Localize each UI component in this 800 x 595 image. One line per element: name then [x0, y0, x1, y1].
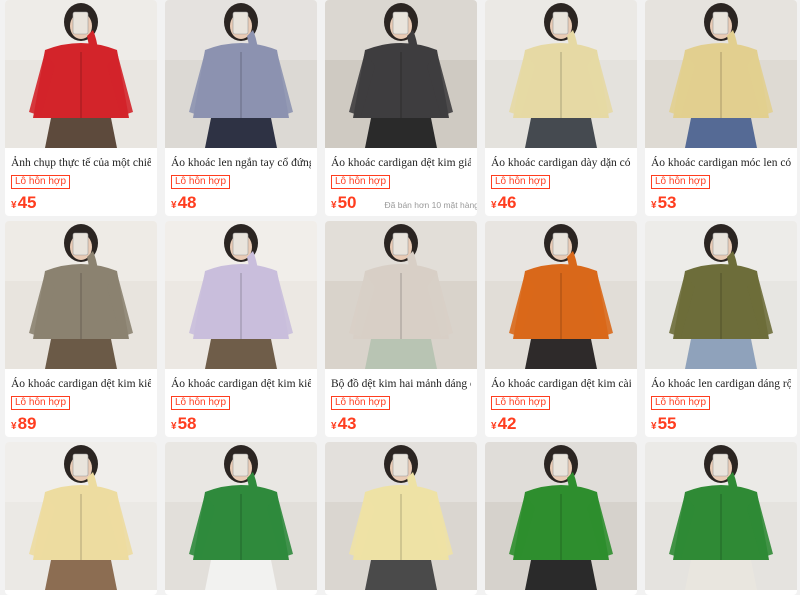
product-image[interactable] [165, 0, 317, 148]
product-image[interactable] [325, 0, 477, 148]
mixed-lot-badge: Lô hỗn hợp [651, 396, 711, 410]
price-value: 46 [497, 193, 517, 212]
product-title[interactable]: Bộ đồ dệt kim hai mảnh dáng ôm [331, 377, 471, 391]
product-card[interactable] [325, 442, 477, 595]
product-image[interactable] [645, 221, 797, 369]
product-card[interactable] [485, 442, 637, 595]
currency-symbol: ¥ [171, 421, 177, 432]
product-image[interactable] [5, 442, 157, 590]
product-card[interactable]: Ảnh chụp thực tế của một chiếc áo Lô hỗn … [5, 0, 157, 216]
price-row: ¥55 [651, 414, 797, 436]
product-card[interactable] [165, 442, 317, 595]
product-image[interactable] [325, 442, 477, 590]
product-image[interactable] [165, 442, 317, 590]
product-card[interactable]: Áo khoác len cardigan dáng rộng Lô hỗn hợ… [645, 221, 797, 437]
mixed-lot-badge: Lô hỗn hợp [331, 175, 391, 189]
product-card[interactable] [645, 442, 797, 595]
currency-symbol: ¥ [331, 421, 337, 432]
product-card[interactable]: Áo khoác cardigan dệt kim kiểu Anh, Lô hỗ… [5, 221, 157, 437]
product-card[interactable]: Áo khoác cardigan dệt kim giả lông Lô hỗn… [325, 0, 477, 216]
price-row: ¥48 [171, 193, 317, 215]
price-value: 48 [177, 193, 197, 212]
product-title[interactable]: Áo khoác cardigan dệt kim giả lông [331, 156, 471, 170]
price-value: 55 [657, 414, 677, 433]
price-row: ¥50 Đã bán hơn 10 mặt hàng. [331, 193, 477, 215]
product-title[interactable]: Áo khoác cardigan móc len có mũ [651, 156, 791, 170]
sold-count: Đã bán hơn 10 mặt hàng. [384, 200, 477, 210]
currency-symbol: ¥ [491, 421, 497, 432]
product-image[interactable] [485, 0, 637, 148]
price-value: 45 [17, 193, 37, 212]
price-value: 58 [177, 414, 197, 433]
price-row: ¥53 [651, 193, 797, 215]
price-row: ¥42 [491, 414, 637, 436]
currency-symbol: ¥ [11, 421, 17, 432]
product-image[interactable] [645, 442, 797, 590]
product-card[interactable]: Áo khoác cardigan dày dặn có mũ, Lô hỗn h… [485, 0, 637, 216]
price-row: ¥45 [11, 193, 157, 215]
price-value: 53 [657, 193, 677, 212]
price-value: 42 [497, 414, 517, 433]
currency-symbol: ¥ [651, 421, 657, 432]
price-row: ¥58 [171, 414, 317, 436]
product-card[interactable]: Áo khoác len ngắn tay cổ đứng, khóa Lô hỗ… [165, 0, 317, 216]
product-image[interactable] [645, 0, 797, 148]
product-title[interactable]: Áo khoác cardigan dày dặn có mũ, [491, 156, 631, 170]
mixed-lot-badge: Lô hỗn hợp [171, 396, 231, 410]
mixed-lot-badge: Lô hỗn hợp [11, 396, 71, 410]
currency-symbol: ¥ [171, 200, 177, 211]
price-value: 89 [17, 414, 37, 433]
mixed-lot-badge: Lô hỗn hợp [11, 175, 71, 189]
product-image[interactable] [5, 0, 157, 148]
product-title[interactable]: Áo khoác len cardigan dáng rộng [651, 377, 791, 391]
product-image[interactable] [5, 221, 157, 369]
product-card[interactable]: Áo khoác cardigan móc len có mũ Lô hỗn hợ… [645, 0, 797, 216]
mixed-lot-badge: Lô hỗn hợp [331, 396, 391, 410]
price-value: 50 [337, 193, 357, 212]
mixed-lot-badge: Lô hỗn hợp [651, 175, 711, 189]
product-image[interactable] [485, 221, 637, 369]
product-image[interactable] [165, 221, 317, 369]
product-title[interactable]: Áo khoác cardigan dệt kim cài khuy [491, 377, 631, 391]
currency-symbol: ¥ [331, 200, 337, 211]
mixed-lot-badge: Lô hỗn hợp [171, 175, 231, 189]
price-row: ¥43 [331, 414, 477, 436]
product-card[interactable] [5, 442, 157, 595]
mixed-lot-badge: Lô hỗn hợp [491, 396, 551, 410]
currency-symbol: ¥ [491, 200, 497, 211]
product-title[interactable]: Áo khoác cardigan dệt kim kiểu Anh, [11, 377, 151, 391]
price-value: 43 [337, 414, 357, 433]
price-row: ¥89 [11, 414, 157, 436]
price-row: ¥46 [491, 193, 637, 215]
product-card[interactable]: Áo khoác cardigan dệt kim kiểu cáp Lô hỗn… [165, 221, 317, 437]
product-image[interactable] [325, 221, 477, 369]
product-title[interactable]: Áo khoác len ngắn tay cổ đứng, khóa [171, 156, 311, 170]
product-image[interactable] [485, 442, 637, 590]
product-title[interactable]: Ảnh chụp thực tế của một chiếc áo [11, 156, 151, 170]
product-title[interactable]: Áo khoác cardigan dệt kim kiểu cáp [171, 377, 311, 391]
product-grid: Ảnh chụp thực tế của một chiếc áo Lô hỗn … [0, 0, 800, 595]
product-card[interactable]: Bộ đồ dệt kim hai mảnh dáng ôm Lô hỗn hợp… [325, 221, 477, 437]
currency-symbol: ¥ [651, 200, 657, 211]
currency-symbol: ¥ [11, 200, 17, 211]
product-card[interactable]: Áo khoác cardigan dệt kim cài khuy Lô hỗn… [485, 221, 637, 437]
mixed-lot-badge: Lô hỗn hợp [491, 175, 551, 189]
